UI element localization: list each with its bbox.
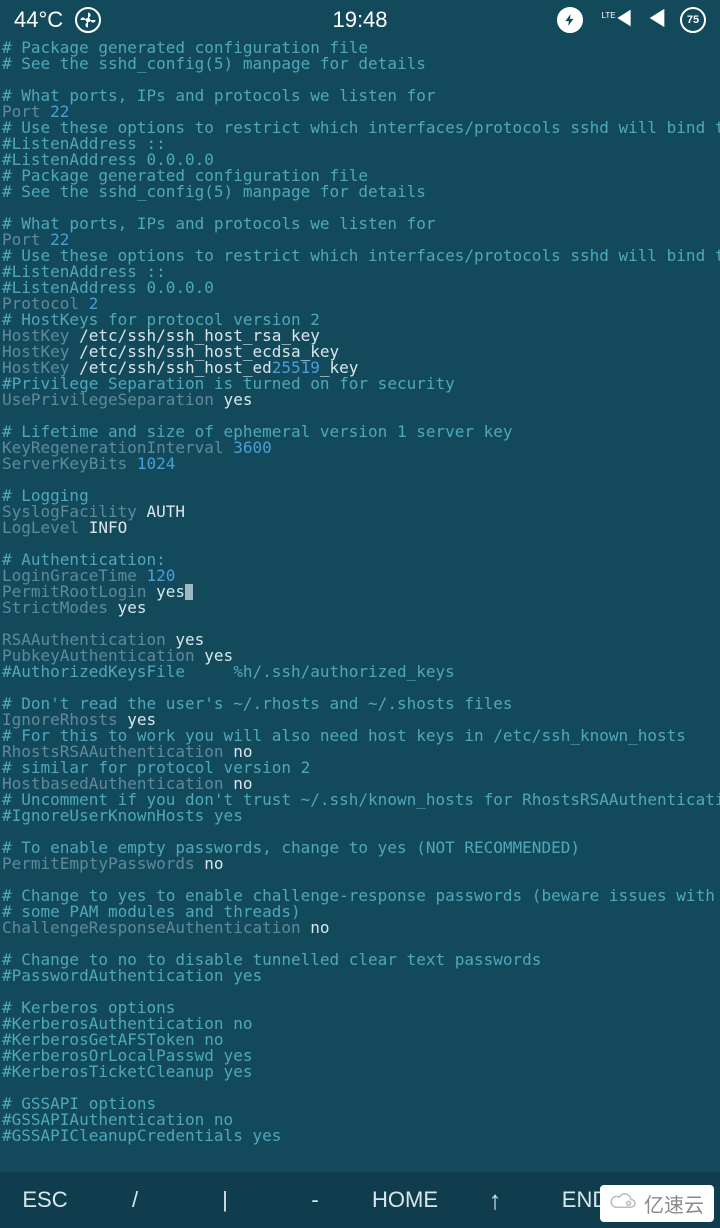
editor-line[interactable]: #IgnoreUserKnownHosts yes (2, 808, 718, 824)
editor-line[interactable]: PermitEmptyPasswords no (2, 856, 718, 872)
battery-icon: 75 (680, 7, 706, 33)
status-bar: 44°C 19:48 LTE 75 (0, 0, 720, 40)
key-esc[interactable]: ESC (0, 1187, 90, 1213)
editor-line[interactable]: UsePrivilegeSeparation yes (2, 392, 718, 408)
editor-line[interactable]: ChallengeResponseAuthentication no (2, 920, 718, 936)
editor-line[interactable]: #PasswordAuthentication yes (2, 968, 718, 984)
editor-line[interactable]: #ListenAddress 0.0.0.0 (2, 280, 718, 296)
key-home[interactable]: HOME (360, 1187, 450, 1213)
editor-line[interactable]: # What ports, IPs and protocols we liste… (2, 88, 718, 104)
editor-line[interactable] (2, 472, 718, 488)
editor-line[interactable]: LogLevel INFO (2, 520, 718, 536)
back-icon (646, 7, 668, 34)
key-pipe[interactable]: | (180, 1187, 270, 1213)
text-editor[interactable]: # Package generated configuration file# … (0, 40, 720, 1144)
signal-icon: LTE (595, 8, 634, 33)
key-slash[interactable]: / (90, 1187, 180, 1213)
temperature: 44°C (14, 7, 63, 33)
editor-line[interactable]: #GSSAPICleanupCredentials yes (2, 1128, 718, 1144)
key-up[interactable]: ↑ (450, 1185, 540, 1216)
editor-line[interactable]: #KerberosTicketCleanup yes (2, 1064, 718, 1080)
status-left: 44°C (14, 7, 101, 33)
text-cursor (185, 584, 193, 600)
editor-line[interactable]: StrictModes yes (2, 600, 718, 616)
watermark: 亿速云 (600, 1185, 714, 1222)
editor-line[interactable]: # What ports, IPs and protocols we liste… (2, 216, 718, 232)
editor-line[interactable]: # See the sshd_config(5) manpage for det… (2, 184, 718, 200)
bolt-icon (557, 7, 583, 33)
editor-line[interactable]: #AuthorizedKeysFile %h/.ssh/authorized_k… (2, 664, 718, 680)
fan-icon (75, 7, 101, 33)
clock: 19:48 (332, 7, 387, 33)
editor-line[interactable]: # See the sshd_config(5) manpage for det… (2, 56, 718, 72)
editor-line[interactable]: ServerKeyBits 1024 (2, 456, 718, 472)
cloud-icon (610, 1191, 638, 1217)
key-dash[interactable]: - (270, 1187, 360, 1213)
watermark-text: 亿速云 (644, 1189, 704, 1218)
status-right: LTE 75 (557, 7, 706, 34)
